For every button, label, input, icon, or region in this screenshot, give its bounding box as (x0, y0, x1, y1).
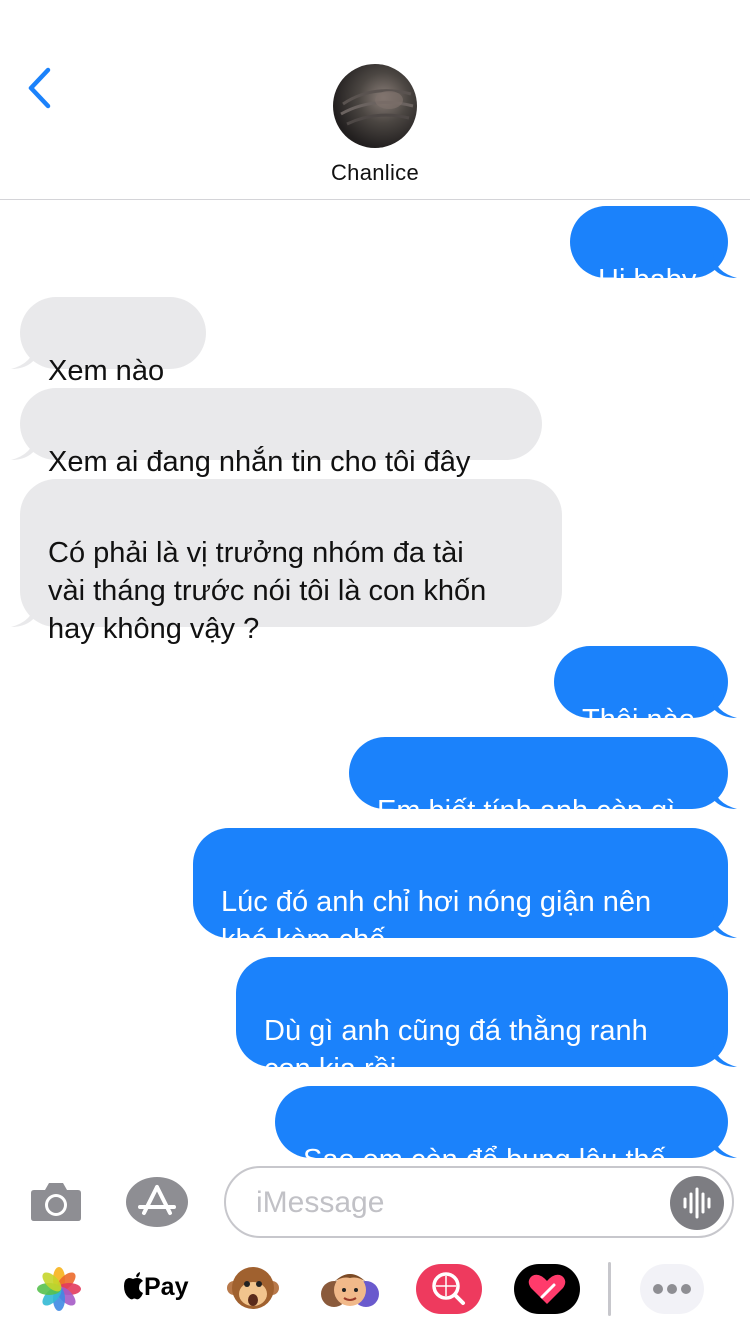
message-text: Xem ai đang nhắn tin cho tôi đây (48, 446, 471, 478)
message-bubble-outgoing[interactable]: Em biết tính anh còn gì (349, 737, 737, 827)
message-text: Lúc đó anh chỉ hơi nóng giận nên khó kèm… (221, 886, 652, 956)
message-bubble-outgoing[interactable]: Sao em còn để bụng lâu thế (275, 1086, 737, 1176)
bubble-tail (11, 436, 35, 460)
more-icon[interactable] (640, 1264, 704, 1314)
apple-logo-icon (124, 1272, 143, 1300)
message-bubble-outgoing[interactable]: Dù gì anh cũng đá thằng ranh con kia rồi (236, 957, 737, 1085)
imessage-input[interactable]: iMessage (224, 1166, 734, 1238)
bubble-tail (713, 1043, 737, 1067)
message-text: Xem nào (48, 355, 165, 387)
imessage-placeholder: iMessage (256, 1186, 385, 1219)
bubble-tail (713, 785, 737, 809)
back-chevron-icon[interactable] (22, 66, 62, 110)
monkey-memoji-icon[interactable] (226, 1262, 280, 1316)
app-store-icon[interactable] (126, 1177, 188, 1227)
bubble-tail (713, 914, 737, 938)
message-text: Dù gì anh cũng đá thằng ranh con kia rồi (264, 1015, 648, 1085)
audio-waveform-icon[interactable] (670, 1176, 724, 1230)
contact-avatar[interactable] (333, 64, 417, 148)
memoji-stickers-icon[interactable] (318, 1264, 382, 1316)
message-bubble-incoming[interactable]: Xem ai đang nhắn tin cho tôi đây (11, 388, 542, 478)
message-text: Có phải là vị trưởng nhóm đa tài vài thá… (48, 537, 487, 645)
digital-touch-icon[interactable] (514, 1264, 580, 1314)
contact-name[interactable]: Chanlice (0, 160, 750, 186)
message-text: Thôi nào (582, 704, 695, 736)
message-bubble-incoming[interactable]: Xem nào (11, 297, 206, 387)
message-text: Em biết tính anh còn gì (377, 795, 676, 827)
bubble-tail (11, 603, 35, 627)
apple-pay-label: Pay (144, 1273, 189, 1301)
images-search-icon[interactable] (416, 1264, 482, 1314)
message-text: Hi baby (598, 264, 697, 296)
bubble-tail (713, 254, 737, 278)
message-bubble-outgoing[interactable]: Thôi nào (554, 646, 737, 736)
bubble-tail (713, 1134, 737, 1158)
bubble-tail (11, 345, 35, 369)
apple-pay-icon[interactable]: Pay (122, 1270, 188, 1310)
message-bubble-incoming[interactable]: Có phải là vị trưởng nhóm đa tài vài thá… (11, 479, 562, 645)
photos-icon[interactable] (34, 1264, 84, 1314)
app-drawer-divider (608, 1262, 611, 1316)
message-bubble-outgoing[interactable]: Hi baby (570, 206, 737, 296)
camera-icon[interactable] (30, 1180, 82, 1222)
bubble-tail (713, 694, 737, 718)
conversation-header: Chanlice (0, 0, 750, 200)
message-bubble-outgoing[interactable]: Lúc đó anh chỉ hơi nóng giận nên khó kèm… (193, 828, 737, 956)
